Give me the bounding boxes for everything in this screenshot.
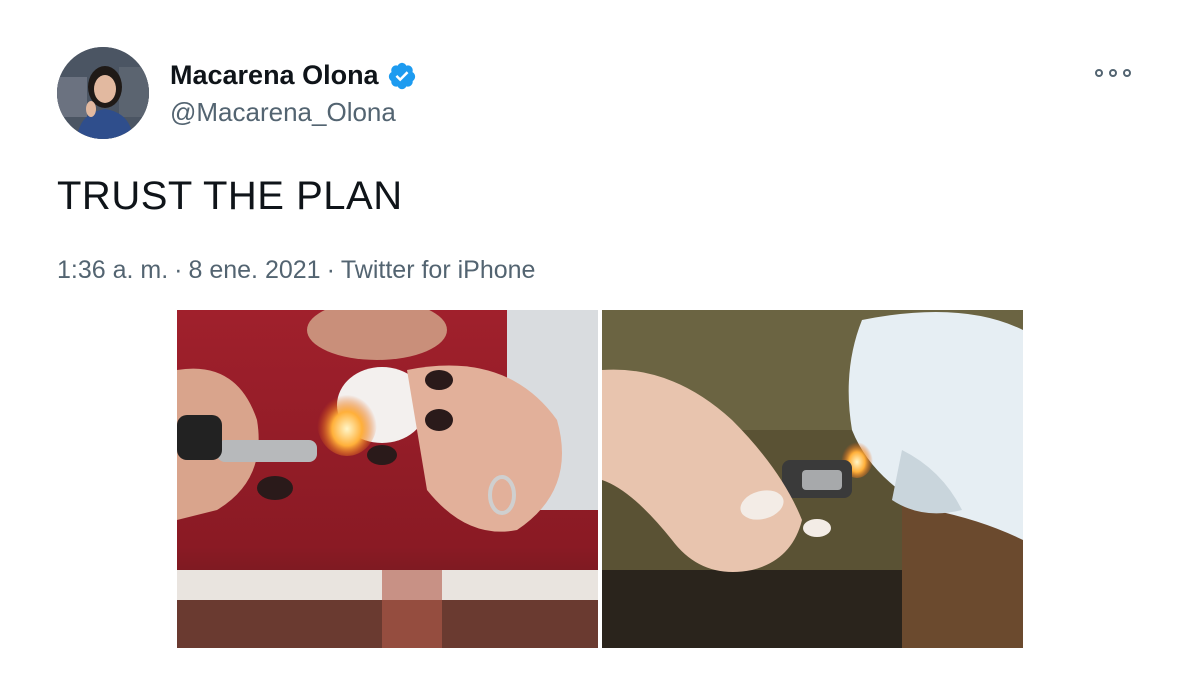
tweet-time[interactable]: 1:36 a. m.	[57, 256, 168, 285]
more-dot	[1095, 69, 1103, 77]
meta-separator: ·	[326, 256, 335, 284]
author-handle[interactable]: @Macarena_Olona	[170, 97, 396, 128]
tweet-media	[177, 310, 1023, 648]
tweet-text: TRUST THE PLAN	[57, 174, 403, 218]
more-dot	[1109, 69, 1117, 77]
tweet-source[interactable]: Twitter for iPhone	[341, 256, 536, 285]
author-display-name[interactable]: Macarena Olona	[170, 60, 379, 91]
tweet-date[interactable]: 8 ene. 2021	[189, 256, 321, 285]
author-name-row[interactable]: Macarena Olona	[170, 60, 417, 91]
more-dot	[1123, 69, 1131, 77]
tweet-photo-2[interactable]	[602, 310, 1023, 648]
meta-separator: ·	[174, 256, 183, 284]
lighter-cloth-photo-2	[602, 310, 1023, 648]
avatar-image	[57, 47, 149, 139]
more-options-icon[interactable]	[1095, 63, 1131, 83]
verified-badge-icon	[387, 61, 417, 91]
lighter-cotton-photo-1	[177, 310, 598, 648]
tweet-photo-1[interactable]	[177, 310, 598, 648]
avatar[interactable]	[57, 47, 149, 139]
tweet-meta: 1:36 a. m. · 8 ene. 2021 · Twitter for i…	[57, 256, 535, 285]
